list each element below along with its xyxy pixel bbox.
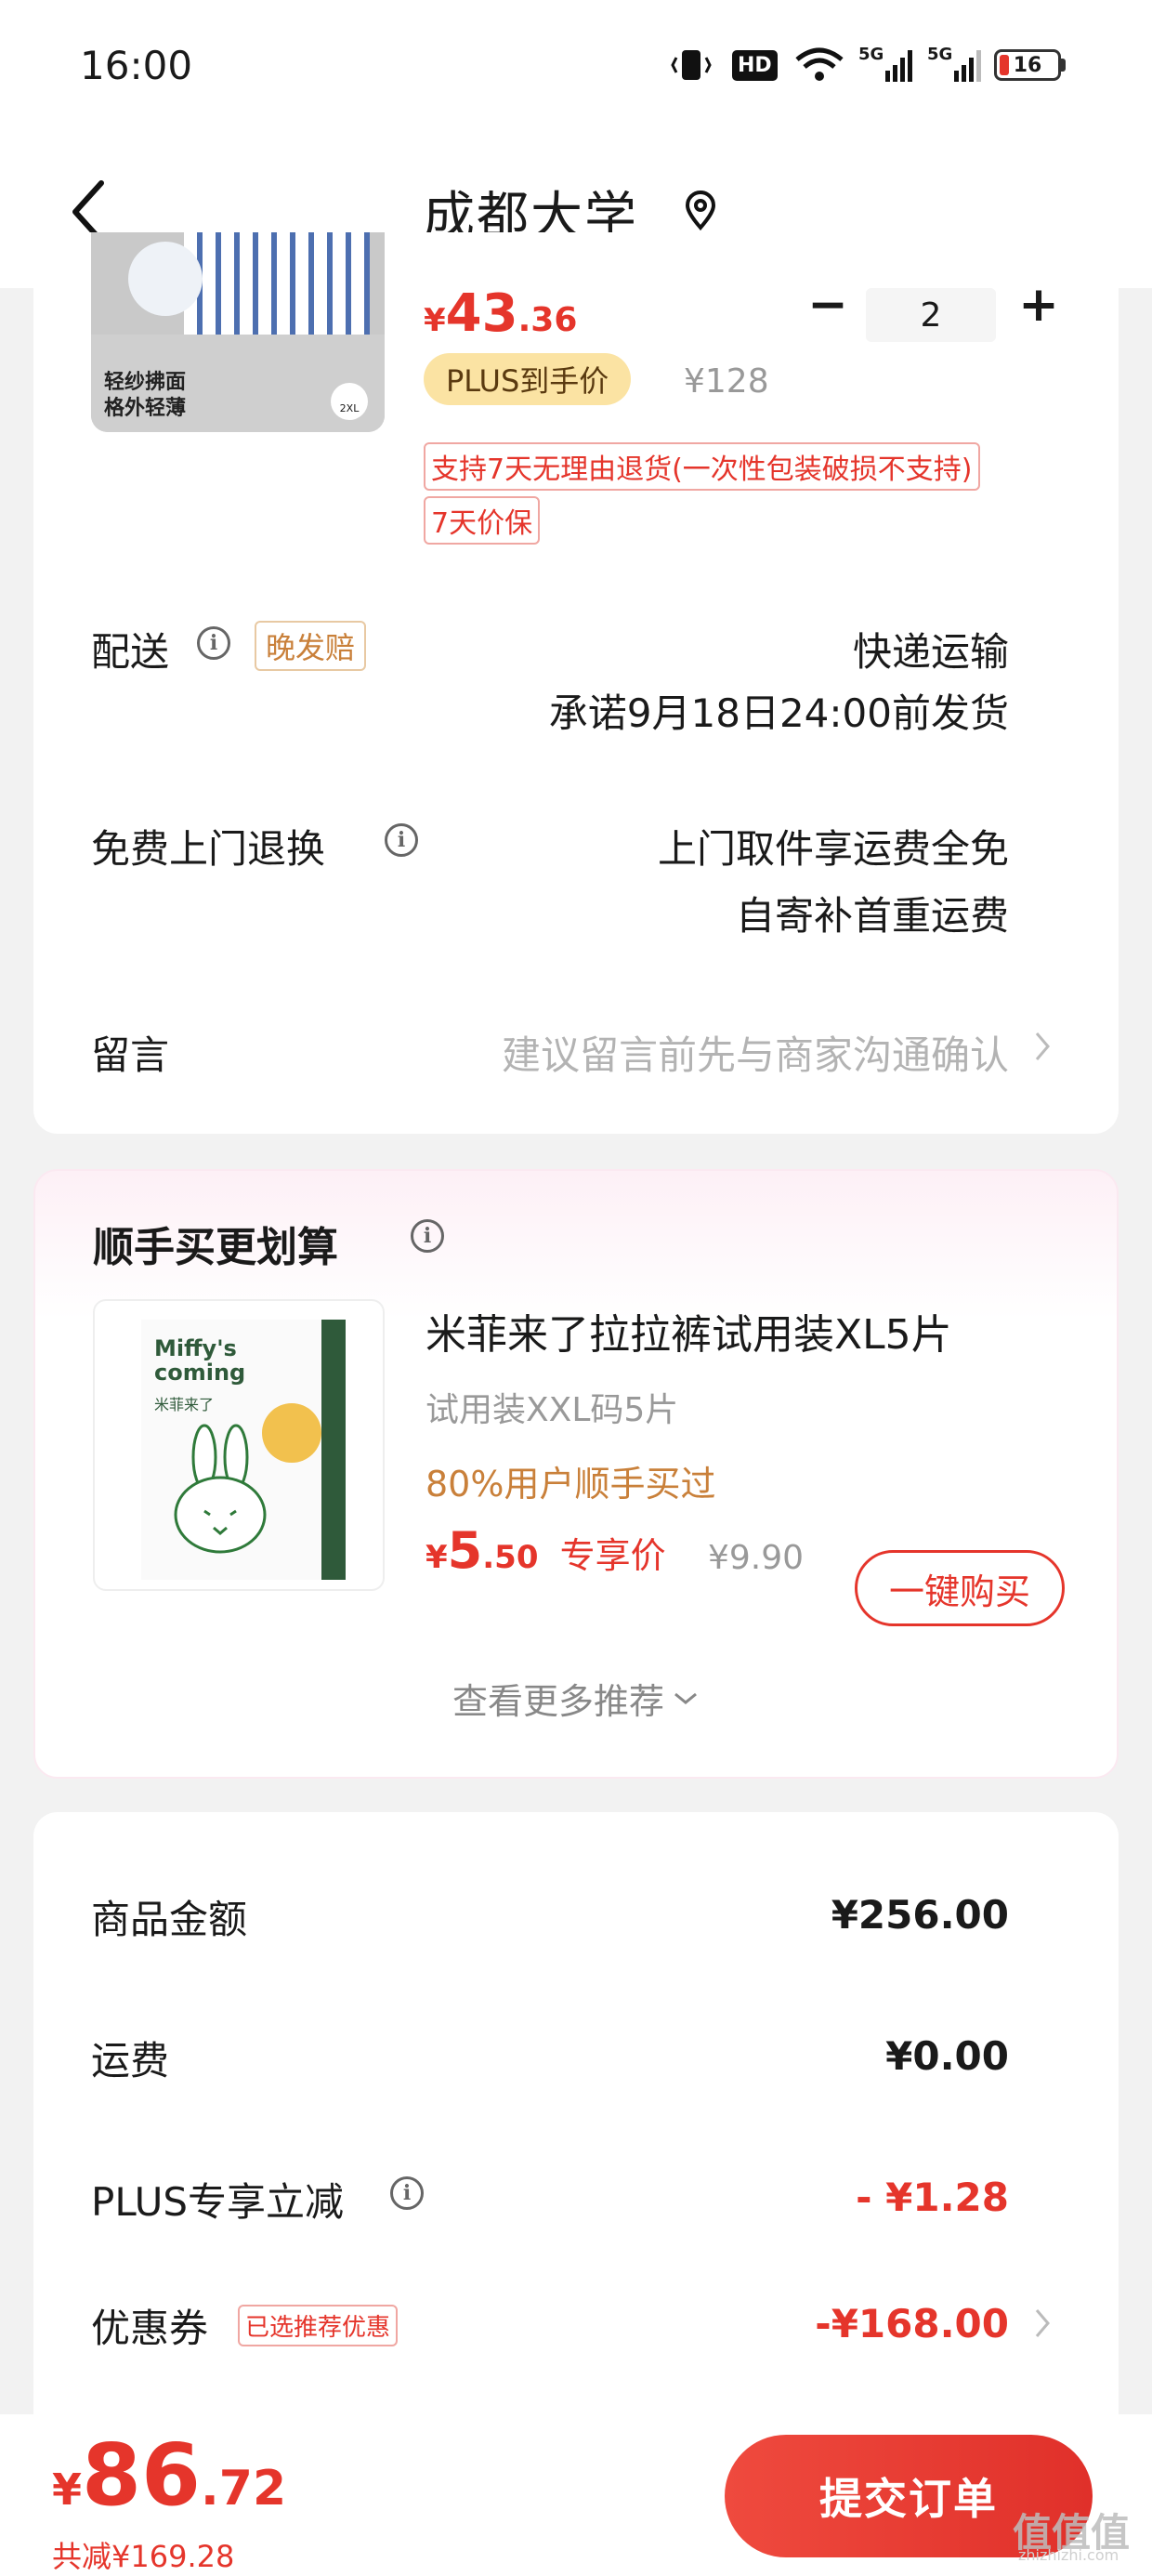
plus-discount-value: - ¥1.28 [856, 2175, 1009, 2220]
product-price: ¥43.36 [424, 283, 578, 344]
vibrate-icon [671, 46, 712, 84]
addon-name[interactable]: 米菲来了拉拉裤试用装XL5片 [425, 1301, 952, 1360]
qty-input[interactable]: 2 [866, 288, 996, 342]
watermark-url: zhizhizhi.com [1018, 2546, 1119, 2564]
info-icon[interactable]: i [197, 626, 230, 660]
info-icon[interactable]: i [390, 2176, 424, 2210]
addon-thumbnail[interactable]: Miffy's coming 米菲来了 [93, 1299, 385, 1591]
free-return-line1: 上门取件享运费全免 [657, 826, 1009, 872]
plus-discount-label: PLUS专享立减 [91, 2179, 345, 2225]
addon-recommendation-card: 顺手买更划算 i Miffy's coming 米菲来了 米菲来了拉拉裤试用装X… [33, 1169, 1119, 1779]
info-icon[interactable]: i [385, 823, 418, 857]
info-icon[interactable]: i [411, 1219, 444, 1253]
addon-spec: 试用装XXL码5片 [425, 1391, 679, 1429]
status-time: 16:00 [80, 43, 193, 88]
location-pin-icon[interactable] [684, 191, 717, 235]
addon-original-price: ¥9.90 [708, 1539, 805, 1577]
message-input[interactable]: 建议留言前先与商家沟通确认 [502, 1024, 1009, 1081]
status-bar: 16:00 HD 5G 5G 16 [0, 0, 1152, 139]
free-return-line2: 自寄补首重运费 [735, 893, 1009, 939]
addon-price-label: 专享价 [559, 1535, 666, 1576]
original-price: ¥128 [684, 362, 769, 401]
coupon-value[interactable]: -¥168.00 [815, 2301, 1009, 2346]
addon-section-title: 顺手买更划算 [93, 1224, 338, 1271]
hd-voice-icon: HD [732, 46, 778, 84]
wifi-icon [793, 46, 845, 84]
battery-icon: 16 [994, 46, 1066, 84]
chevron-right-icon[interactable] [1033, 2305, 1052, 2346]
order-item-card: 轻纱拂面 格外轻薄 2XL ¥43.36 − 2 + PLUS到手价 ¥128 … [33, 232, 1119, 1134]
bunny-illustration [174, 1424, 267, 1554]
shipping-label: 运费 [91, 2038, 170, 2083]
product-thumbnail[interactable]: 轻纱拂面 格外轻薄 2XL [91, 232, 385, 432]
qty-minus-button[interactable]: − [805, 277, 851, 333]
addon-price: ¥5.50 专享价 [425, 1521, 666, 1580]
delivery-promise: 承诺9月18日24:00前发货 [548, 690, 1009, 736]
free-return-label: 免费上门退换 [91, 826, 326, 872]
addon-social-proof: 80%用户顺手买过 [425, 1464, 716, 1505]
chevron-down-icon [674, 1692, 697, 1704]
delivery-method: 快递运输 [852, 629, 1009, 675]
product-image-text: 格外轻薄 [104, 397, 187, 420]
total-price: ¥86.72 [52, 2425, 287, 2525]
delivery-label: 配送 [91, 629, 170, 675]
one-click-buy-button[interactable]: 一键购买 [855, 1550, 1065, 1626]
checkout-bar: ¥86.72 共减¥169.28 提交订单 [0, 2414, 1152, 2576]
coupon-selected-tag: 已选推荐优惠 [238, 2305, 399, 2346]
return-policy-tag: 支持7天无理由退货(一次性包装破损不支持) [424, 442, 980, 491]
signal-5g-icon: 5G [858, 45, 915, 84]
signal-5g-icon-2: 5G [927, 45, 984, 84]
addon-brand: Miffy's coming [154, 1335, 246, 1386]
product-image-text: 轻纱拂面 [104, 371, 187, 394]
price-protect-tag: 7天价保 [424, 496, 541, 545]
see-more-link[interactable]: 查看更多推荐 [35, 1673, 1117, 1724]
goods-amount-label: 商品金额 [91, 1897, 248, 1942]
plus-price-tag: PLUS到手价 [424, 353, 632, 405]
late-compensation-tag: 晚发赔 [255, 621, 367, 671]
qty-plus-button[interactable]: + [1011, 277, 1067, 333]
size-badge: 2XL [331, 383, 368, 420]
goods-amount-value: ¥256.00 [831, 1892, 1009, 1938]
shipping-value: ¥0.00 [885, 2033, 1009, 2079]
total-saved: 共减¥169.28 [52, 2539, 235, 2574]
message-label: 留言 [91, 1032, 170, 1078]
coupon-label: 优惠券 [91, 2306, 209, 2351]
chevron-right-icon[interactable] [1033, 1028, 1052, 1069]
